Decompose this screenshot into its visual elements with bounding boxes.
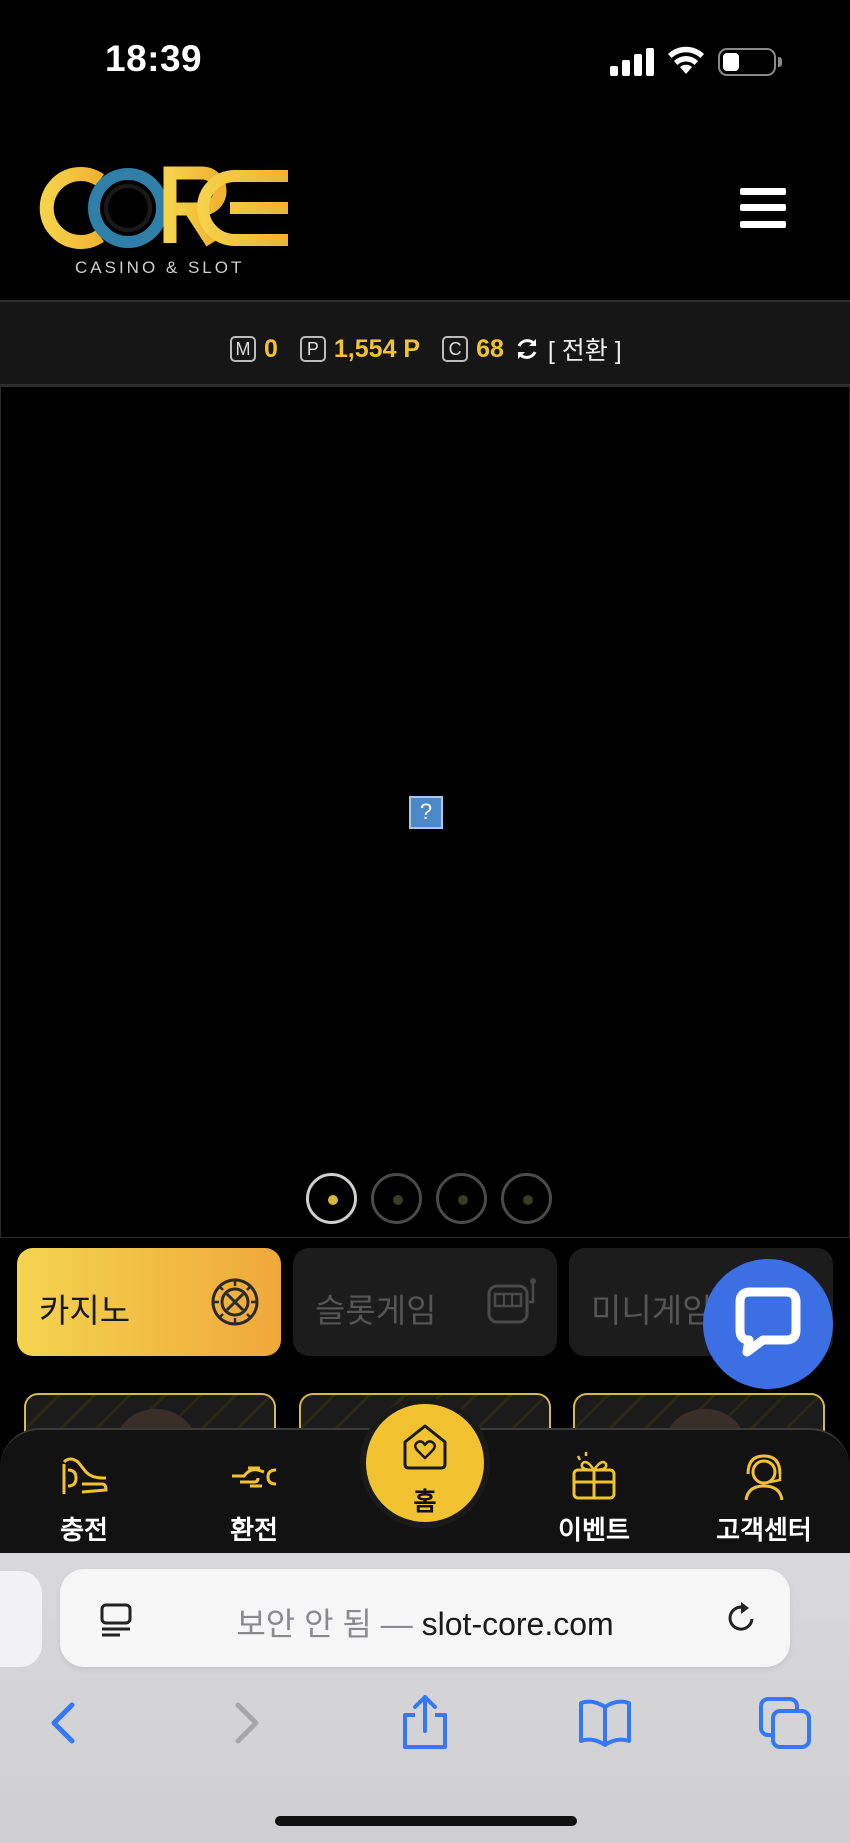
category-label: 슬롯게임 [315,1292,437,1329]
switch-button[interactable]: [ 전환 ] [548,331,622,367]
wifi-icon [668,46,704,74]
charge-icon [62,1457,108,1494]
banner-slider[interactable]: ? [0,386,850,1238]
previous-tab-preview[interactable] [0,1571,42,1667]
coin-icon: C [442,336,469,362]
category-tab-slot[interactable]: 슬롯게임 [293,1248,557,1356]
bookmarks-icon[interactable] [575,1693,635,1753]
broken-image-icon: ? [409,796,443,829]
slot-machine-icon [487,1278,536,1324]
coin-value: 68 [476,334,504,363]
money-value: 0 [264,334,278,363]
nav-exchange-label: 환전 [230,1515,278,1545]
slider-dot-4[interactable] [501,1173,552,1224]
cellular-signal-icon [610,46,656,76]
slider-pagination [306,1173,552,1224]
point-icon: P [299,336,326,362]
exchange-icon [232,1466,277,1488]
point-value: 1,554 P [333,334,421,363]
share-icon[interactable] [395,1693,455,1753]
reload-icon[interactable] [722,1599,760,1637]
headset-icon [744,1454,784,1501]
nav-support-label: 고객센터 [716,1515,812,1545]
home-heart-icon [403,1424,447,1470]
nav-home-label: 홈 [413,1488,437,1516]
not-secure-label: 보안 안 됨 — [236,1606,413,1642]
refresh-icon[interactable] [514,336,540,362]
forward-icon[interactable] [216,1693,276,1753]
address-bar[interactable]: 보안 안 됨 — slot-core.com [60,1569,790,1667]
live-chat-button[interactable] [703,1259,833,1389]
core-logo[interactable]: CASINO & SLOT [30,158,295,277]
nav-home[interactable]: 홈 [360,1398,490,1528]
money-icon: M [230,336,256,362]
url-domain: slot-core.com [421,1606,614,1642]
category-label: 카지노 [39,1292,131,1329]
gift-icon [572,1452,616,1500]
battery-icon [718,48,776,76]
status-bar: 18:39 [0,0,850,120]
roulette-icon [211,1278,259,1326]
browser-chrome: 보안 안 됨 — slot-core.com [0,1553,850,1843]
battery-tip [778,57,782,67]
slider-dot-3[interactable] [436,1173,487,1224]
chat-bubble-icon [735,1287,801,1357]
tabs-icon[interactable] [755,1693,815,1753]
site-header: CASINO & SLOT [0,140,850,300]
nav-event-label: 이벤트 [558,1515,630,1545]
core-logo-mark [39,166,288,249]
back-icon[interactable] [34,1693,94,1753]
slider-dot-2[interactable] [371,1173,422,1224]
category-label: 미니게임 [591,1292,713,1329]
slider-dot-1[interactable] [306,1173,357,1224]
nav-exchange[interactable]: 환전 [194,1430,314,1555]
nav-charge[interactable]: 충전 [24,1430,144,1555]
category-tab-casino[interactable]: 카지노 [17,1248,281,1356]
points-bar: M 0 P 1,554 P C 68 [ 전환 ] [0,300,850,386]
points-row: M 0 P 1,554 P C 68 [ 전환 ] [230,332,622,366]
logo-subtitle: CASINO & SLOT [75,258,245,277]
nav-charge-label: 충전 [60,1515,108,1545]
nav-event[interactable]: 이벤트 [534,1430,654,1555]
nav-support[interactable]: 고객센터 [704,1430,824,1555]
status-time: 18:39 [105,38,203,79]
home-indicator [275,1816,577,1826]
url-text: 보안 안 됨 — slot-core.com [60,1599,790,1645]
menu-icon[interactable] [740,188,786,228]
